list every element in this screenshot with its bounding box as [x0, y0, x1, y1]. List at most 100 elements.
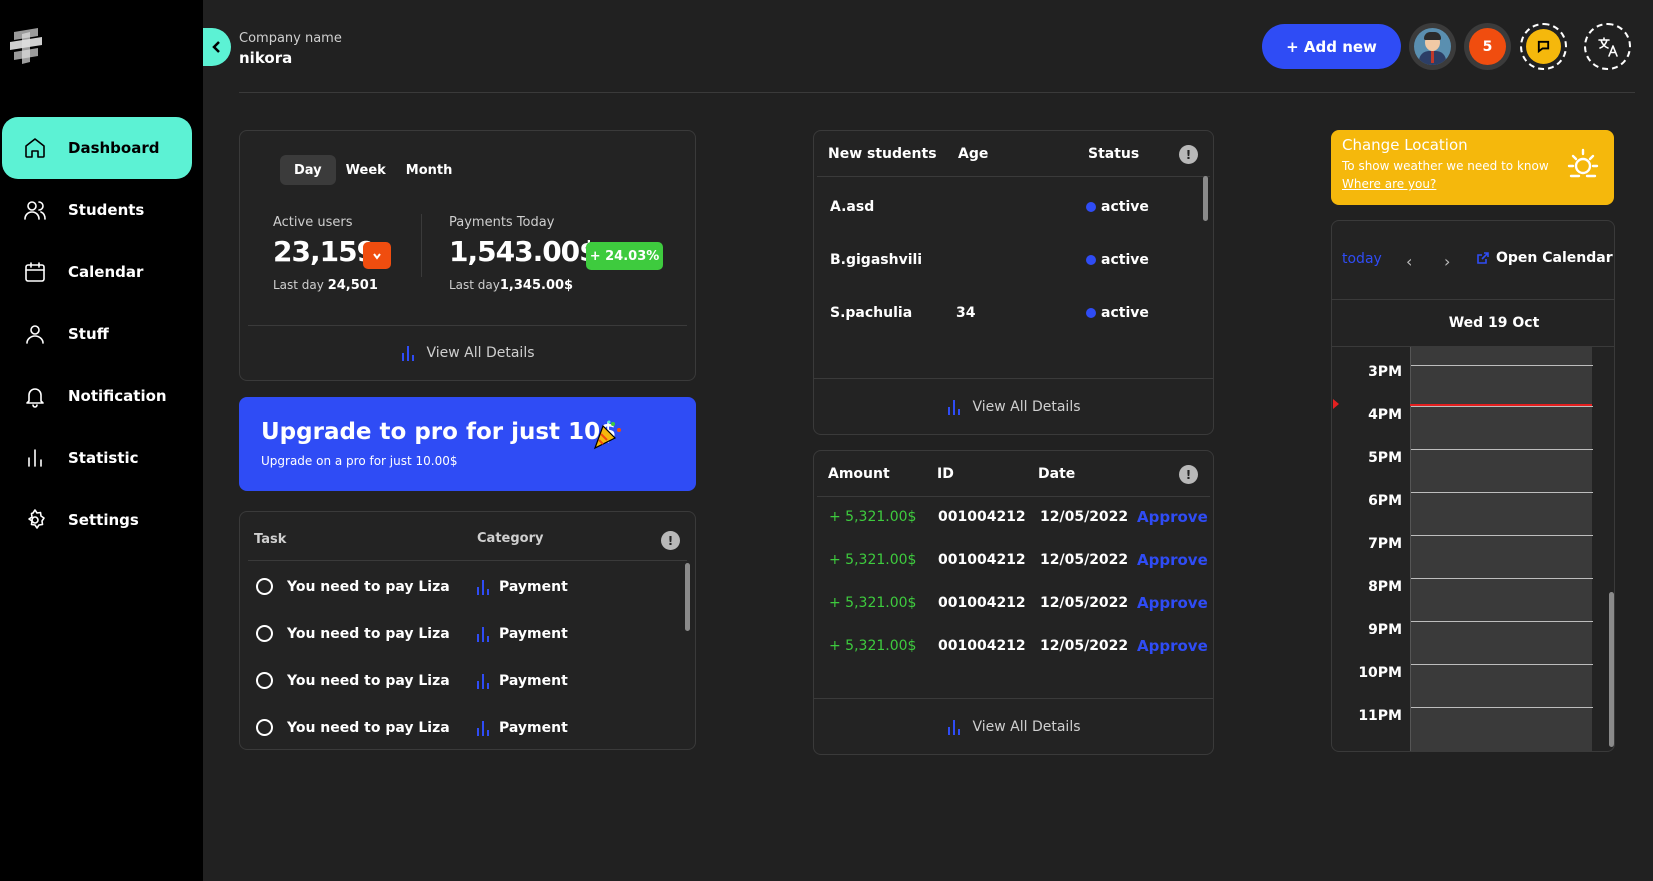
- prev-day-button[interactable]: ‹: [1406, 252, 1412, 271]
- language-button[interactable]: [1584, 23, 1631, 70]
- external-link-icon: [1477, 252, 1489, 264]
- upgrade-banner[interactable]: Upgrade to pro for just 10$ Upgrade on a…: [239, 397, 696, 491]
- calendar-icon: [22, 259, 48, 285]
- task-checkbox[interactable]: [256, 719, 273, 736]
- next-day-button[interactable]: ›: [1444, 252, 1450, 271]
- payment-date: 12/05/2022: [1040, 509, 1129, 525]
- task-text: You need to pay Liza: [287, 625, 450, 642]
- sidebar-item-label: Settings: [68, 511, 139, 529]
- weather-subtitle: To show weather we need to know: [1342, 159, 1549, 173]
- party-popper-icon: [593, 420, 621, 450]
- chevron-left-icon: [212, 41, 220, 53]
- header-divider: [239, 92, 1635, 93]
- payments-label: Payments Today: [449, 215, 555, 230]
- tab-day[interactable]: Day: [280, 155, 336, 185]
- bar-chart-icon: [477, 720, 489, 736]
- student-name: B.gigashvili: [830, 252, 923, 268]
- payment-id: 001004212: [938, 552, 1026, 568]
- sidebar-item-notification[interactable]: Notification: [2, 365, 192, 427]
- today-button[interactable]: today: [1342, 251, 1382, 267]
- calendar-day-header: Wed 19 Oct: [1332, 299, 1614, 347]
- home-icon: [22, 135, 48, 161]
- approve-button[interactable]: Approve: [1137, 508, 1208, 526]
- open-calendar-button[interactable]: Open Calendar: [1477, 250, 1613, 266]
- sidebar-item-label: Dashboard: [68, 139, 160, 157]
- status-dot-icon: [1086, 255, 1096, 265]
- view-all-details-link[interactable]: View All Details: [814, 378, 1213, 434]
- sidebar-item-calendar[interactable]: Calendar: [2, 241, 192, 303]
- divider: [248, 560, 687, 561]
- status-dot-icon: [1086, 202, 1096, 212]
- bar-chart-icon: [477, 673, 489, 689]
- location-link[interactable]: Where are you?: [1342, 177, 1436, 191]
- company-name: nikora: [239, 49, 293, 67]
- info-icon[interactable]: !: [1179, 145, 1198, 164]
- payment-amount: + 5,321.00$: [829, 595, 917, 611]
- task-text: You need to pay Liza: [287, 719, 450, 736]
- sidebar-nav: Dashboard Students Calendar Stuff Notifi…: [2, 117, 192, 551]
- task-header: Task: [254, 532, 287, 547]
- amount-header: Amount: [828, 466, 890, 482]
- translate-icon: [1597, 36, 1618, 57]
- period-tabs: Day Week Month: [280, 155, 462, 185]
- tab-week[interactable]: Week: [336, 155, 396, 185]
- collapse-sidebar-button[interactable]: [203, 28, 231, 66]
- view-all-details-link[interactable]: View All Details: [248, 325, 687, 380]
- payments-last-day: Last day1,345.00$: [449, 278, 574, 293]
- calendar-scrollbar[interactable]: [1609, 592, 1614, 747]
- payment-date: 12/05/2022: [1040, 595, 1129, 611]
- sidebar-item-statistic[interactable]: Statistic: [2, 427, 192, 489]
- list-item[interactable]: You need to pay Liza Payment: [240, 704, 680, 751]
- task-text: You need to pay Liza: [287, 672, 450, 689]
- bar-chart-icon: [402, 346, 415, 361]
- new-students-card: New students Age Status ! A.asd active B…: [813, 130, 1214, 435]
- view-all-details-link[interactable]: View All Details: [814, 698, 1213, 754]
- task-category: Payment: [499, 719, 568, 736]
- calendar-day-grid[interactable]: [1410, 347, 1593, 751]
- weather-location-card[interactable]: Change Location To show weather we need …: [1331, 130, 1614, 205]
- info-icon[interactable]: !: [1179, 465, 1198, 484]
- sidebar-item-stuff[interactable]: Stuff: [2, 303, 192, 365]
- divider: [817, 176, 1210, 177]
- sidebar-item-settings[interactable]: Settings: [2, 489, 192, 551]
- category-header: Category: [477, 531, 544, 546]
- active-users-label: Active users: [273, 215, 353, 230]
- bar-chart-icon: [22, 445, 48, 471]
- logo-icon: [10, 28, 42, 64]
- hour-label: 8PM: [1368, 579, 1402, 595]
- list-item[interactable]: You need to pay Liza Payment: [240, 563, 680, 610]
- info-icon[interactable]: !: [661, 531, 680, 550]
- approve-button[interactable]: Approve: [1137, 594, 1208, 612]
- list-item[interactable]: You need to pay Liza Payment: [240, 657, 680, 704]
- company-label: Company name: [239, 31, 342, 46]
- task-category: Payment: [499, 578, 568, 595]
- student-name: S.pachulia: [830, 305, 913, 321]
- list-item[interactable]: You need to pay Liza Payment: [240, 610, 680, 657]
- task-checkbox[interactable]: [256, 625, 273, 642]
- sidebar-item-label: Students: [68, 201, 145, 219]
- task-checkbox[interactable]: [256, 578, 273, 595]
- add-new-button[interactable]: + Add new: [1262, 24, 1401, 69]
- messages-button[interactable]: [1520, 23, 1567, 70]
- approve-button[interactable]: Approve: [1137, 637, 1208, 655]
- hour-label: 5PM: [1368, 450, 1402, 466]
- decrease-badge: [363, 242, 391, 269]
- task-category: Payment: [499, 625, 568, 642]
- payment-amount: + 5,321.00$: [829, 638, 917, 654]
- hour-label: 6PM: [1368, 493, 1402, 509]
- students-scrollbar[interactable]: [1203, 176, 1208, 221]
- task-scrollbar[interactable]: [685, 563, 690, 631]
- students-status-header: Status: [1088, 146, 1140, 162]
- promo-title: Upgrade to pro for just 10$: [261, 419, 617, 445]
- approve-button[interactable]: Approve: [1137, 551, 1208, 569]
- tab-month[interactable]: Month: [396, 155, 463, 185]
- task-checkbox[interactable]: [256, 672, 273, 689]
- sidebar: Dashboard Students Calendar Stuff Notifi…: [0, 0, 203, 881]
- notifications-button[interactable]: 5: [1464, 23, 1511, 70]
- status-badge: active: [1086, 199, 1149, 215]
- sidebar-item-students[interactable]: Students: [2, 179, 192, 241]
- avatar[interactable]: [1409, 23, 1456, 70]
- status-dot-icon: [1086, 308, 1096, 318]
- payment-amount: + 5,321.00$: [829, 552, 917, 568]
- sidebar-item-dashboard[interactable]: Dashboard: [2, 117, 192, 179]
